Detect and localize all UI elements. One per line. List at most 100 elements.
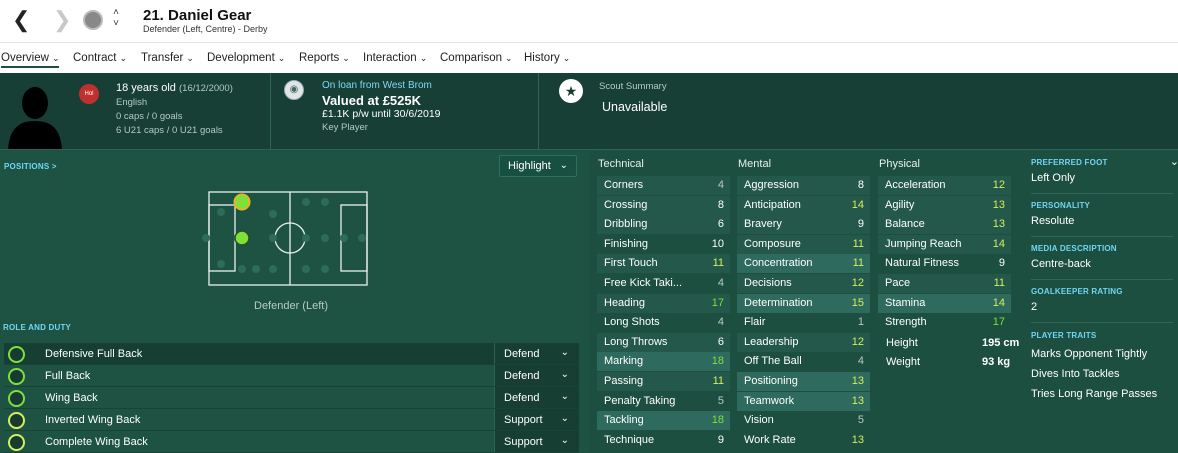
duty-dropdown[interactable]: Support ⌄	[494, 431, 579, 452]
attribute-name: Long Shots	[604, 316, 660, 329]
loan-link[interactable]: On loan from West Brom	[322, 80, 432, 91]
attribute-row[interactable]: Aggression 8	[737, 176, 870, 195]
role-row[interactable]: Inverted Wing Back Support ⌄	[4, 409, 579, 431]
duty-dropdown[interactable]: Defend ⌄	[494, 343, 579, 364]
tab-development[interactable]: Development ⌄	[207, 52, 285, 64]
attribute-row[interactable]: Penalty Taking 5	[597, 392, 730, 411]
attribute-row[interactable]: Long Throws 6	[597, 332, 730, 352]
attribute-row[interactable]: Strength 17	[878, 313, 1011, 332]
tab-overview[interactable]: Overview ⌄	[1, 52, 60, 68]
media-description: MEDIA DESCRIPTION Centre-back	[1031, 244, 1173, 280]
attribute-value: 6	[717, 335, 724, 348]
role-row[interactable]: Complete Wing Back Support ⌄	[4, 431, 579, 453]
duty-label: Support	[504, 436, 543, 448]
attribute-row[interactable]: First Touch 11	[597, 254, 730, 274]
tab-reports[interactable]: Reports ⌄	[299, 52, 350, 64]
role-row[interactable]: Wing Back Defend ⌄	[4, 387, 579, 409]
attribute-value: 8	[717, 198, 724, 211]
attribute-row[interactable]: Concentration 11	[737, 254, 870, 274]
role-duty-label: ROLE AND DUTY	[3, 323, 72, 332]
position-marker[interactable]	[233, 193, 251, 211]
preferred-foot: PREFERRED FOOT Left Only ⌄	[1031, 156, 1178, 194]
back-arrow-icon[interactable]: ❮	[12, 9, 30, 31]
positions-label[interactable]: POSITIONS >	[4, 162, 57, 171]
attribute-value: 11	[712, 375, 724, 387]
attribute-row[interactable]: Anticipation 14	[737, 195, 870, 215]
duty-label: Defend	[504, 392, 540, 404]
attribute-row[interactable]: Agility 13	[878, 195, 1011, 215]
goalkeeper-rating-label: GOALKEEPER RATING	[1031, 287, 1123, 296]
club-crest-icon[interactable]: ◉	[284, 80, 304, 100]
tab-label: Reports	[299, 52, 340, 64]
position-marker[interactable]	[234, 230, 250, 246]
attribute-row[interactable]: Dribbling 6	[597, 215, 730, 235]
title-bar: ❮ ❯ ˄ ˅ 21. Daniel Gear Defender (Left, C…	[0, 0, 1178, 42]
club-badge-icon[interactable]	[83, 10, 103, 30]
weight-value: 93 kg	[982, 356, 1011, 368]
attribute-row[interactable]: Corners 4	[597, 176, 730, 195]
attribute-row[interactable]: Acceleration 12	[878, 176, 1011, 195]
attribute-row[interactable]: Marking 18	[597, 352, 730, 372]
attribute-row[interactable]: Determination 15	[737, 293, 870, 313]
attribute-value: 17	[992, 316, 1005, 329]
chevron-down-icon: ⌄	[51, 53, 60, 63]
attribute-value: 12	[992, 179, 1005, 191]
attribute-row[interactable]: Positioning 13	[737, 372, 870, 391]
tab-label: History	[524, 52, 560, 64]
attribute-row[interactable]: Composure 11	[737, 234, 870, 254]
player-traits-label: PLAYER TRAITS	[1031, 331, 1097, 340]
chevron-down-icon: ⌄	[119, 53, 128, 63]
attribute-row[interactable]: Passing 11	[597, 372, 730, 391]
attribute-row[interactable]: Tackling 18	[597, 411, 730, 431]
attribute-row[interactable]: Jumping Reach 14	[878, 234, 1011, 254]
attribute-row[interactable]: Crossing 8	[597, 195, 730, 215]
preferred-foot-label: PREFERRED FOOT	[1031, 158, 1108, 167]
attribute-row[interactable]: Stamina 14	[878, 293, 1011, 313]
forward-arrow-icon[interactable]: ❯	[53, 9, 71, 31]
tab-transfer[interactable]: Transfer ⌄	[141, 52, 194, 64]
position-name: Defender (Left)	[254, 300, 328, 312]
tab-comparison[interactable]: Comparison ⌄	[440, 52, 513, 64]
star-icon[interactable]: ★	[559, 79, 583, 103]
player-info-strip: Hol 18 years old (16/12/2000) English 0 …	[0, 73, 1178, 150]
role-row[interactable]: Full Back Defend ⌄	[4, 365, 579, 387]
tab-interaction[interactable]: Interaction ⌄	[363, 52, 427, 64]
attribute-row[interactable]: Off The Ball 4	[737, 352, 870, 371]
attribute-row[interactable]: Flair 1	[737, 313, 870, 332]
nation-flag-icon[interactable]: Hol	[79, 84, 99, 104]
attribute-name: Composure	[744, 237, 801, 250]
role-row[interactable]: Defensive Full Back Defend ⌄	[4, 343, 579, 365]
attribute-row[interactable]: Bravery 9	[737, 215, 870, 235]
attribute-row[interactable]: Natural Fitness 9	[878, 254, 1011, 273]
attribute-name: Pace	[885, 277, 911, 289]
duty-dropdown[interactable]: Support ⌄	[494, 409, 579, 430]
attribute-row[interactable]: Heading 17	[597, 293, 730, 313]
chevron-down-icon[interactable]: ⌄	[1170, 155, 1178, 168]
chevron-down-icon: ⌄	[342, 53, 350, 63]
role-suitability-icon	[8, 390, 25, 407]
attribute-value: 5	[857, 414, 864, 427]
attribute-row[interactable]: Decisions 12	[737, 274, 870, 293]
attribute-row[interactable]: Vision 5	[737, 411, 870, 430]
attribute-row[interactable]: Work Rate 13	[737, 431, 870, 450]
attribute-row[interactable]: Finishing 10	[597, 235, 730, 254]
highlight-dropdown[interactable]: Highlight ⌄	[499, 155, 577, 177]
attribute-name: Anticipation	[744, 198, 801, 211]
tab-contract[interactable]: Contract ⌄	[73, 52, 127, 64]
attribute-row[interactable]: Teamwork 13	[737, 391, 870, 411]
attribute-name: Aggression	[744, 179, 800, 191]
attribute-row[interactable]: Pace 11	[878, 274, 1011, 293]
attribute-row[interactable]: Leadership 12	[737, 332, 870, 352]
tab-history[interactable]: History ⌄	[524, 52, 570, 64]
attribute-row[interactable]: Long Shots 4	[597, 313, 730, 332]
attribute-row[interactable]: Free Kick Taki... 4	[597, 274, 730, 293]
attribute-row[interactable]: Balance 13	[878, 215, 1011, 235]
attribute-row[interactable]: Technique 9	[597, 431, 730, 450]
duty-dropdown[interactable]: Defend ⌄	[494, 365, 579, 386]
chevron-down-icon: ⌄	[505, 53, 513, 63]
tab-label: Development	[207, 52, 275, 64]
duty-dropdown[interactable]: Defend ⌄	[494, 387, 579, 408]
divider	[538, 73, 539, 150]
attribute-name: Dribbling	[604, 218, 648, 231]
player-switch-arrows-icon[interactable]: ˄ ˅	[110, 7, 122, 29]
